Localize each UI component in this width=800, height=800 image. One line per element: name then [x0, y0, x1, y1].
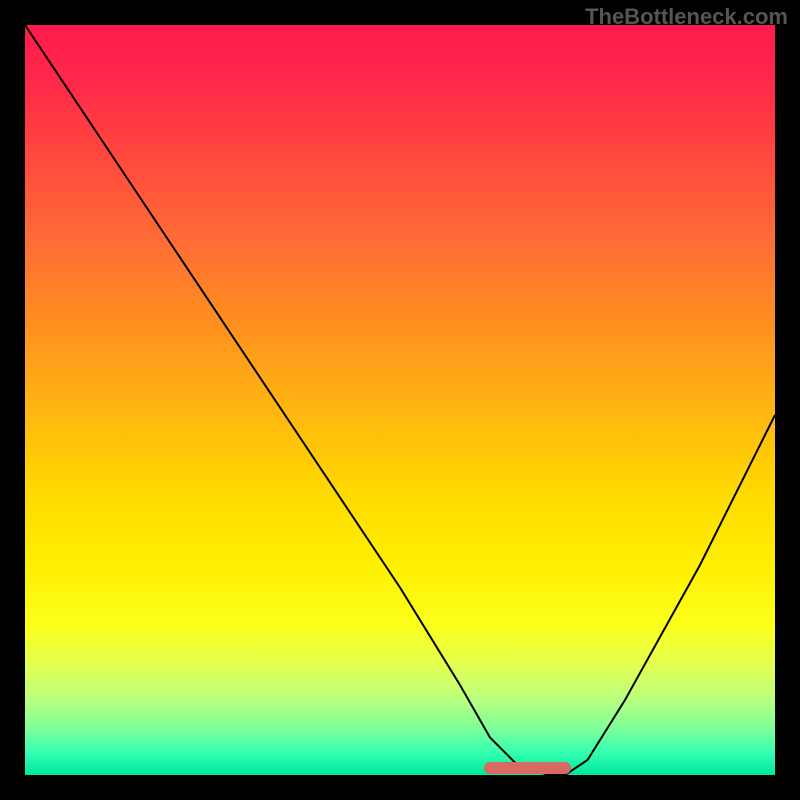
optimal-region-marker	[484, 762, 571, 774]
bottleneck-curve	[25, 25, 775, 775]
plot-area	[25, 25, 775, 775]
watermark-text: TheBottleneck.com	[585, 4, 788, 30]
